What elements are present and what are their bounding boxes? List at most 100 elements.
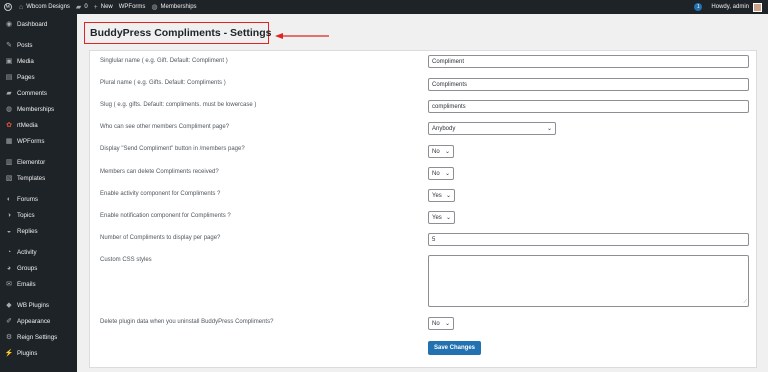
notification-component-label: Enable notification component for Compli… (100, 213, 231, 219)
sidebar-item-pages[interactable]: ▤ Pages (0, 69, 77, 85)
who-can-see-value: Anybody (432, 125, 456, 132)
notification-badge[interactable]: 1 (694, 3, 703, 11)
sidebar-item-label: Elementor (17, 158, 46, 166)
sidebar-item-groups[interactable]: ◕ Groups (0, 260, 77, 276)
activity-component-select[interactable]: Yes ⌄ (428, 189, 455, 202)
chevron-down-icon: ⌄ (444, 149, 450, 155)
plural-name-input[interactable]: Compliments (428, 78, 749, 91)
plus-icon: + (93, 3, 98, 11)
save-changes-button[interactable]: Save Changes (428, 341, 482, 355)
replies-icon: ◒ (6, 227, 12, 235)
comments-count: 0 (84, 4, 88, 10)
main-content: BuddyPress Compliments - Settings Singlu… (77, 14, 768, 372)
comments-icon: ▰ (6, 90, 12, 97)
activity-component-value: Yes (432, 192, 442, 199)
sidebar-item-replies[interactable]: ◒ Replies (0, 223, 77, 239)
wpforms-icon: ▦ (5, 138, 13, 145)
appearance-icon: ✐ (6, 318, 12, 325)
reign-settings-icon: ⚙ (5, 334, 13, 341)
new-label: New (100, 4, 113, 10)
my-account-menu[interactable]: Howdy, admin (708, 0, 768, 14)
sidebar-item-wb-plugins[interactable]: ◆ WB Plugins (0, 297, 77, 313)
sidebar-item-forums[interactable]: ◐ Forums (0, 191, 77, 207)
who-can-see-label: Who can see other members Compliment pag… (100, 124, 230, 130)
rtmedia-icon: ✿ (6, 122, 12, 129)
sidebar-item-plugins[interactable]: ⚡ Plugins (0, 345, 77, 361)
slug-input[interactable]: compliments (428, 100, 749, 113)
comments-menu[interactable]: ▰ 0 (73, 0, 91, 14)
chevron-down-icon: ⌄ (546, 126, 552, 132)
plugins-icon: ⚡ (4, 350, 14, 357)
wpforms-menu[interactable]: WPForms (116, 0, 149, 14)
emails-icon: ✉ (6, 281, 12, 288)
custom-css-textarea[interactable]: ⟋ (428, 255, 749, 307)
dashboard-icon: ◉ (5, 21, 13, 28)
new-content-menu[interactable]: + New (91, 0, 116, 14)
avatar (753, 2, 762, 12)
site-name-menu[interactable]: ⌂ Wbcom Designs (16, 0, 73, 14)
annotation-arrow-icon (275, 33, 329, 39)
sidebar-item-posts[interactable]: ✎ Posts (0, 37, 77, 53)
display-button-value: No (432, 148, 440, 155)
templates-icon: ▧ (5, 175, 13, 182)
pin-icon: ✎ (6, 42, 12, 49)
memberships-menu[interactable]: ◍ Memberships (148, 0, 199, 14)
sidebar-item-label: Replies (17, 227, 38, 235)
sidebar-item-appearance[interactable]: ✐ Appearance (0, 313, 77, 329)
sidebar-item-dashboard[interactable]: ◉ Dashboard (0, 16, 77, 32)
display-button-label: Display "Send Compliment" button in /mem… (100, 146, 245, 152)
custom-css-label: Custom CSS styles (100, 257, 152, 263)
sidebar-item-label: Templates (17, 174, 46, 182)
notification-component-value: Yes (432, 214, 442, 221)
sidebar-item-memberships[interactable]: ◍ Memberships (0, 101, 77, 117)
groups-icon: ◕ (6, 264, 12, 272)
plural-name-label: Plural name ( e.g. Gifts. Default: Compl… (100, 80, 226, 86)
sidebar-item-activity[interactable]: ◔ Activity (0, 244, 77, 260)
delete-data-value: No (432, 320, 440, 327)
wordpress-logo-menu[interactable]: W (0, 0, 16, 14)
sidebar-item-label: Topics (17, 211, 35, 219)
sidebar-item-label: Forums (17, 195, 38, 203)
memberships-label: Memberships (160, 4, 197, 10)
display-button-select[interactable]: No ⌄ (428, 145, 454, 158)
sidebar-item-label: WPForms (17, 137, 45, 145)
notification-component-select[interactable]: Yes ⌄ (428, 211, 455, 224)
forums-icon: ◐ (6, 195, 12, 203)
singular-name-input[interactable]: Compliment (428, 55, 749, 68)
page-title: BuddyPress Compliments - Settings (90, 27, 272, 39)
sidebar-item-elementor[interactable]: ▥ Elementor (0, 154, 77, 170)
sidebar-item-topics[interactable]: ◑ Topics (0, 207, 77, 223)
admin-sidebar: ◉ Dashboard ✎ Posts ▣ Media ▤ Pages ▰ Co… (0, 14, 77, 372)
media-icon: ▣ (5, 58, 13, 65)
admin-bar: W ⌂ Wbcom Designs ▰ 0 + New WPForms ◍ Me… (0, 0, 768, 14)
members-delete-select[interactable]: No ⌄ (428, 167, 454, 180)
who-can-see-select[interactable]: Anybody ⌄ (428, 122, 556, 135)
wordpress-icon: W (4, 3, 12, 11)
sidebar-item-rtmedia[interactable]: ✿ rtMedia (0, 117, 77, 133)
sidebar-item-label: Posts (17, 41, 33, 49)
sidebar-item-label: Comments (17, 89, 47, 97)
sidebar-item-reign-settings[interactable]: ⚙ Reign Settings (0, 329, 77, 345)
sidebar-item-label: rtMedia (17, 121, 38, 129)
sidebar-item-emails[interactable]: ✉ Emails (0, 276, 77, 292)
elementor-icon: ▥ (5, 159, 13, 166)
comment-icon: ▰ (75, 4, 82, 11)
slug-label: Slug ( e.g. gifts. Default: compliments.… (100, 102, 257, 108)
chevron-down-icon: ⌄ (445, 215, 451, 221)
sidebar-item-comments[interactable]: ▰ Comments (0, 85, 77, 101)
chevron-down-icon: ⌄ (445, 193, 451, 199)
sidebar-item-media[interactable]: ▣ Media (0, 53, 77, 69)
resize-handle-icon[interactable]: ⟋ (743, 300, 747, 305)
activity-component-label: Enable activity component for Compliment… (100, 191, 221, 197)
delete-data-select[interactable]: No ⌄ (428, 317, 454, 330)
sidebar-item-label: Activity (17, 248, 37, 256)
members-delete-value: No (432, 170, 440, 177)
pages-icon: ▤ (5, 74, 13, 81)
sidebar-item-label: Groups (17, 264, 38, 272)
sidebar-item-wpforms[interactable]: ▦ WPForms (0, 133, 77, 149)
sidebar-item-label: Reign Settings (17, 333, 58, 341)
sidebar-item-label: Media (17, 57, 34, 65)
per-page-input[interactable]: 5 (428, 233, 749, 246)
sidebar-item-templates[interactable]: ▧ Templates (0, 170, 77, 186)
per-page-label: Number of Compliments to display per pag… (100, 235, 221, 241)
